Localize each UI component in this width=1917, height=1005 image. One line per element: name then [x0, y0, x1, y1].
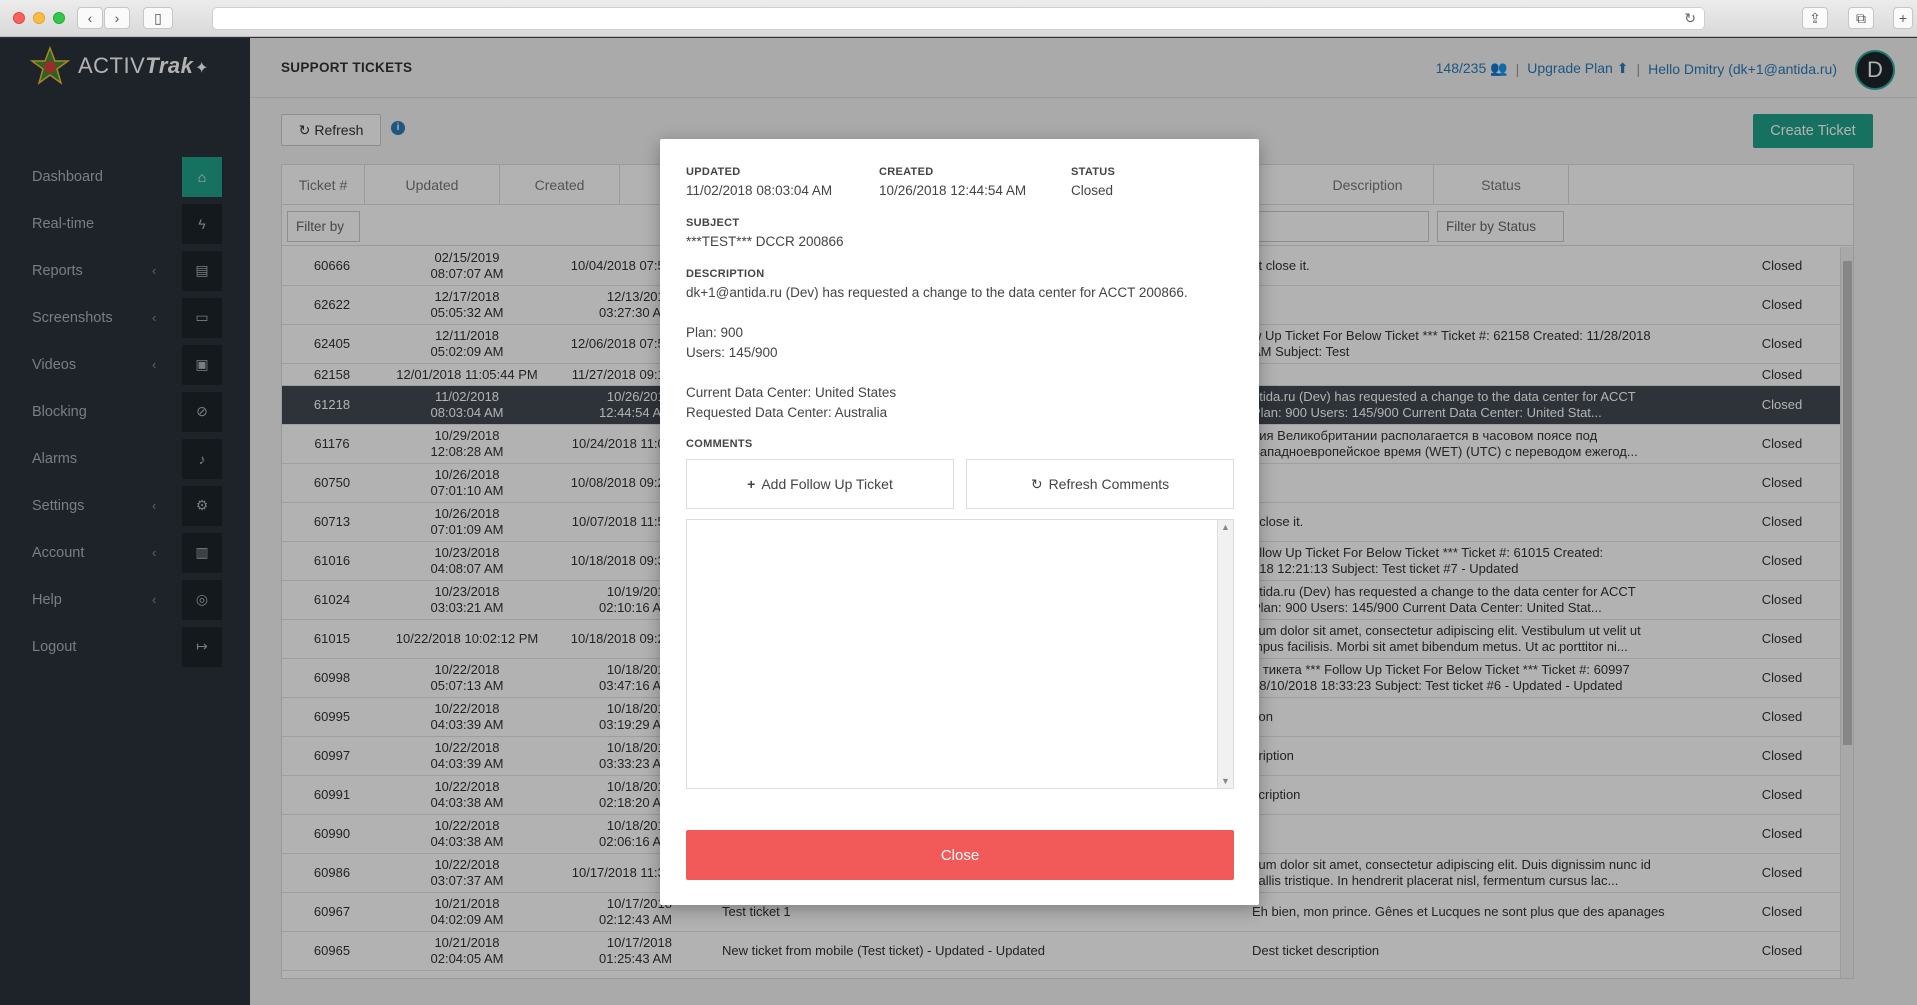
subject-label: SUBJECT — [686, 217, 740, 229]
reload-icon[interactable]: ↻ — [1684, 10, 1696, 27]
address-bar[interactable]: ↻ — [212, 7, 1705, 30]
comments-textarea[interactable]: ▲ ▼ — [686, 519, 1234, 789]
add-follow-up-label: Add Follow Up Ticket — [761, 476, 893, 492]
plus-icon: + — [747, 476, 756, 492]
close-window-button[interactable] — [13, 12, 25, 24]
refresh-icon: ↻ — [1030, 475, 1043, 492]
add-follow-up-button[interactable]: + Add Follow Up Ticket — [686, 459, 954, 509]
refresh-comments-label: Refresh Comments — [1048, 476, 1170, 492]
subject-value: ***TEST*** DCCR 200866 — [686, 234, 844, 249]
chevron-right-icon[interactable]: › — [104, 7, 130, 29]
minimize-window-button[interactable] — [33, 12, 45, 24]
refresh-comments-button[interactable]: ↻ Refresh Comments — [966, 459, 1234, 509]
scroll-up-icon[interactable]: ▲ — [1218, 522, 1233, 532]
comments-label: COMMENTS — [686, 438, 753, 450]
updated-label: UPDATED — [686, 166, 741, 178]
updated-value: 11/02/2018 08:03:04 AM — [686, 183, 833, 198]
zoom-window-button[interactable] — [53, 12, 65, 24]
scroll-down-icon[interactable]: ▼ — [1218, 776, 1233, 786]
ticket-detail-modal: UPDATED 11/02/2018 08:03:04 AM CREATED 1… — [660, 139, 1259, 905]
description-value: dk+1@antida.ru (Dev) has requested a cha… — [686, 285, 1188, 420]
close-button[interactable]: Close — [686, 830, 1234, 880]
chevron-left-icon[interactable]: ‹ — [77, 7, 103, 29]
status-label: STATUS — [1071, 166, 1116, 178]
description-label: DESCRIPTION — [686, 268, 765, 280]
created-value: 10/26/2018 12:44:54 AM — [879, 183, 1027, 198]
browser-chrome: ‹ › ▯ ↻ ⇪ ⧉ + — [0, 0, 1917, 37]
comments-scrollbar[interactable]: ▲ ▼ — [1217, 520, 1233, 788]
tabs-icon[interactable]: ⧉ — [1848, 7, 1874, 29]
share-icon[interactable]: ⇪ — [1802, 7, 1828, 29]
status-value: Closed — [1071, 183, 1114, 198]
new-tab-icon[interactable]: + — [1893, 7, 1913, 29]
sidebar-toggle-icon[interactable]: ▯ — [143, 7, 173, 29]
created-label: CREATED — [879, 166, 934, 178]
